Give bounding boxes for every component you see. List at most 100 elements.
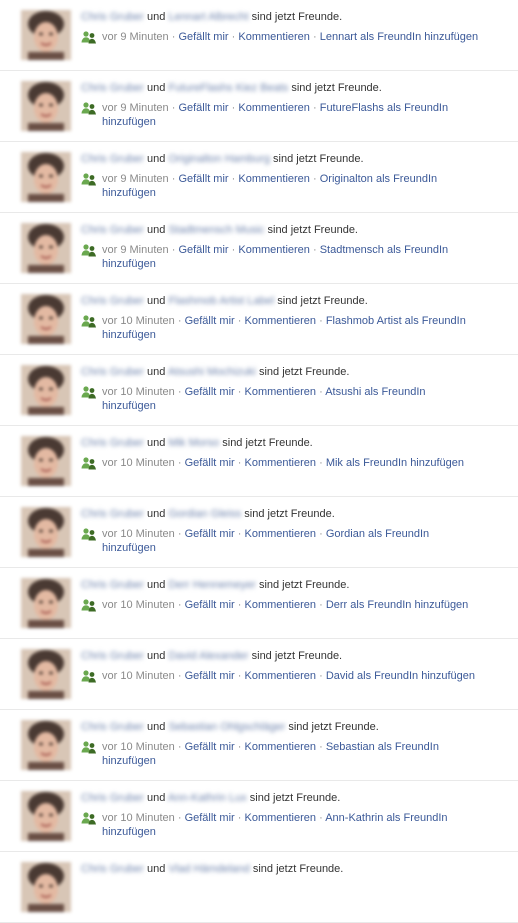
- story-headline: Chris Gruber und Sebastian Ohlgschläger …: [81, 720, 481, 734]
- conjunction: und: [147, 366, 166, 378]
- story-actions: vor 10 Minuten · Gefällt mir · Kommentie…: [81, 669, 481, 683]
- comment-link[interactable]: Kommentieren: [244, 457, 316, 469]
- profile-photo: [21, 152, 71, 202]
- avatar[interactable]: [21, 578, 71, 628]
- like-link[interactable]: Gefällt mir: [178, 102, 228, 114]
- avatar[interactable]: [21, 294, 71, 344]
- separator: ·: [171, 31, 176, 43]
- separator: ·: [319, 315, 323, 327]
- add-friend-link[interactable]: Mik als FreundIn hinzufügen: [326, 457, 464, 469]
- friend-name[interactable]: Atsushi Mochizuki: [168, 366, 256, 378]
- timestamp[interactable]: vor 9 Minuten: [102, 102, 169, 114]
- actor-name[interactable]: Chris Gruber: [81, 366, 144, 378]
- like-link[interactable]: Gefällt mir: [178, 244, 228, 256]
- avatar[interactable]: [21, 223, 71, 273]
- timestamp[interactable]: vor 9 Minuten: [102, 173, 169, 185]
- like-link[interactable]: Gefällt mir: [185, 741, 235, 753]
- timestamp[interactable]: vor 10 Minuten: [102, 599, 175, 611]
- comment-link[interactable]: Kommentieren: [244, 599, 316, 611]
- timestamp[interactable]: vor 10 Minuten: [102, 812, 175, 824]
- friend-name[interactable]: Lennart Albrecht: [168, 11, 248, 23]
- actor-name[interactable]: Chris Gruber: [81, 792, 144, 804]
- timestamp[interactable]: vor 9 Minuten: [102, 244, 169, 256]
- story-actions: vor 10 Minuten · Gefällt mir · Kommentie…: [81, 385, 481, 413]
- actor-name[interactable]: Chris Gruber: [81, 153, 144, 165]
- friend-name[interactable]: Mik Morso: [168, 437, 219, 449]
- timestamp[interactable]: vor 10 Minuten: [102, 457, 175, 469]
- like-link[interactable]: Gefällt mir: [178, 31, 228, 43]
- friend-name[interactable]: FutureFlashs Kiez Beats: [168, 82, 288, 94]
- timestamp[interactable]: vor 10 Minuten: [102, 315, 175, 327]
- like-link[interactable]: Gefällt mir: [185, 812, 235, 824]
- comment-link[interactable]: Kommentieren: [238, 31, 310, 43]
- friend-name[interactable]: Vlad Hämdeland: [168, 863, 249, 875]
- avatar[interactable]: [21, 649, 71, 699]
- actor-name[interactable]: Chris Gruber: [81, 437, 144, 449]
- add-friend-link[interactable]: David als FreundIn hinzufügen: [326, 670, 475, 682]
- avatar[interactable]: [21, 507, 71, 557]
- actor-name[interactable]: Chris Gruber: [81, 224, 144, 236]
- separator: ·: [177, 741, 182, 753]
- timestamp[interactable]: vor 10 Minuten: [102, 670, 175, 682]
- actor-name[interactable]: Chris Gruber: [81, 721, 144, 733]
- actor-name[interactable]: Chris Gruber: [81, 579, 144, 591]
- story-actions: vor 10 Minuten · Gefällt mir · Kommentie…: [81, 598, 481, 612]
- comment-link[interactable]: Kommentieren: [244, 528, 316, 540]
- separator: ·: [237, 812, 242, 824]
- conjunction: und: [147, 508, 166, 520]
- avatar[interactable]: [21, 152, 71, 202]
- friendship-story: Chris Gruber und Gordian Gleiss sind jet…: [0, 497, 518, 568]
- avatar[interactable]: [21, 81, 71, 131]
- friend-name[interactable]: Ann-Kathrin Lux: [168, 792, 247, 804]
- comment-link[interactable]: Kommentieren: [244, 741, 316, 753]
- friend-name[interactable]: Stadtmensch Music: [168, 224, 264, 236]
- separator: ·: [237, 457, 242, 469]
- avatar[interactable]: [21, 791, 71, 841]
- avatar[interactable]: [21, 436, 71, 486]
- separator: ·: [319, 457, 323, 469]
- story-suffix: sind jetzt Freunde.: [258, 579, 350, 591]
- timestamp[interactable]: vor 10 Minuten: [102, 741, 175, 753]
- friend-name[interactable]: David Alexander: [168, 650, 248, 662]
- timestamp[interactable]: vor 10 Minuten: [102, 386, 175, 398]
- timestamp[interactable]: vor 9 Minuten: [102, 31, 169, 43]
- actor-name[interactable]: Chris Gruber: [81, 295, 144, 307]
- like-link[interactable]: Gefällt mir: [185, 528, 235, 540]
- avatar[interactable]: [21, 862, 71, 912]
- friendship-story: Chris Gruber und Vlad Hämdeland sind jet…: [0, 852, 518, 923]
- actor-name[interactable]: Chris Gruber: [81, 11, 144, 23]
- avatar[interactable]: [21, 365, 71, 415]
- actor-name[interactable]: Chris Gruber: [81, 82, 144, 94]
- comment-link[interactable]: Kommentieren: [238, 244, 310, 256]
- comment-link[interactable]: Kommentieren: [244, 812, 316, 824]
- friend-name[interactable]: Flashmob Artist Label: [168, 295, 274, 307]
- avatar[interactable]: [21, 720, 71, 770]
- friend-name[interactable]: Gordian Gleiss: [168, 508, 241, 520]
- comment-link[interactable]: Kommentieren: [244, 386, 316, 398]
- actor-name[interactable]: Chris Gruber: [81, 863, 144, 875]
- comment-link[interactable]: Kommentieren: [244, 670, 316, 682]
- actor-name[interactable]: Chris Gruber: [81, 650, 144, 662]
- timestamp[interactable]: vor 10 Minuten: [102, 528, 175, 540]
- like-link[interactable]: Gefällt mir: [185, 386, 235, 398]
- actor-name[interactable]: Chris Gruber: [81, 508, 144, 520]
- story-headline: Chris Gruber und Gordian Gleiss sind jet…: [81, 507, 481, 521]
- story-actions: vor 9 Minuten · Gefällt mir · Kommentier…: [81, 101, 481, 129]
- like-link[interactable]: Gefällt mir: [178, 173, 228, 185]
- avatar[interactable]: [21, 10, 71, 60]
- comment-link[interactable]: Kommentieren: [238, 173, 310, 185]
- like-link[interactable]: Gefällt mir: [185, 315, 235, 327]
- add-friend-link[interactable]: Lennart als FreundIn hinzufügen: [320, 31, 478, 43]
- friend-name[interactable]: Sebastian Ohlgschläger: [168, 721, 285, 733]
- friend-name[interactable]: Originalton Hamburg: [168, 153, 270, 165]
- friends-added-icon: [81, 386, 96, 399]
- like-link[interactable]: Gefällt mir: [185, 599, 235, 611]
- add-friend-link[interactable]: Derr als FreundIn hinzufügen: [326, 599, 468, 611]
- friend-name[interactable]: Derr Hennemeyer: [168, 579, 255, 591]
- comment-link[interactable]: Kommentieren: [238, 102, 310, 114]
- like-link[interactable]: Gefällt mir: [185, 457, 235, 469]
- separator: ·: [231, 102, 236, 114]
- story-headline: Chris Gruber und Atsushi Mochizuki sind …: [81, 365, 481, 379]
- like-link[interactable]: Gefällt mir: [185, 670, 235, 682]
- comment-link[interactable]: Kommentieren: [244, 315, 316, 327]
